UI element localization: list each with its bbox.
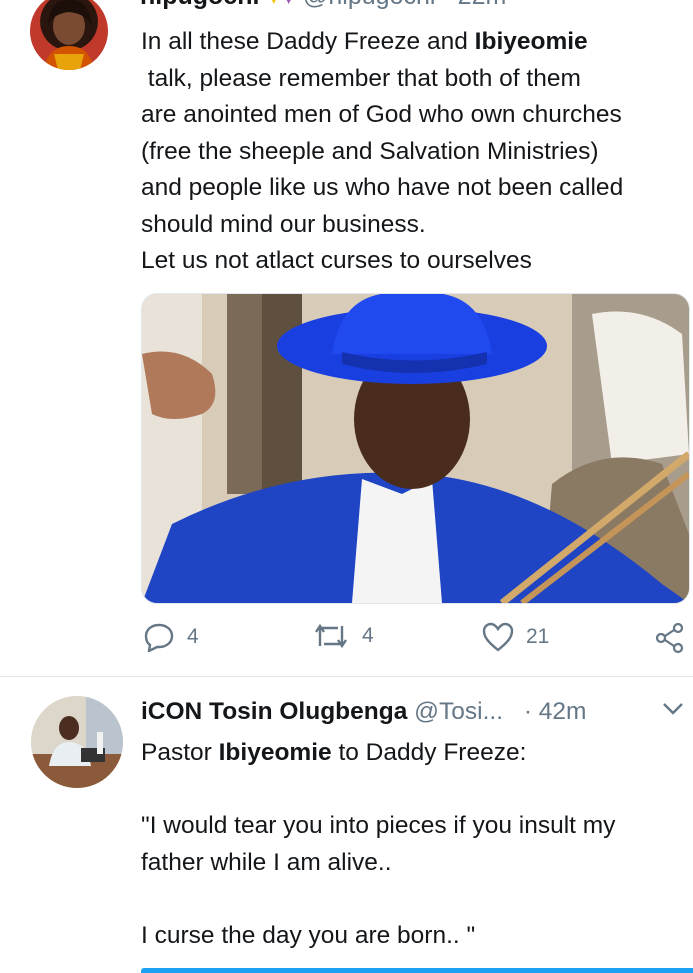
- tweet-line: talk, please remember that both of them: [141, 64, 581, 92]
- tweet-line: father while I am alive..: [141, 848, 392, 876]
- tweet-body: In all these Daddy Freeze and Ibiyeomie …: [141, 24, 623, 280]
- tweet-photo[interactable]: [141, 293, 690, 604]
- reply-icon: [144, 623, 174, 652]
- verified-heart-icon: ♥: [266, 0, 281, 10]
- tweet-line: [141, 881, 615, 918]
- tweet-line: and people like us who have not been cal…: [141, 174, 624, 201]
- purple-heart-icon: ♥: [281, 0, 296, 10]
- tweet-time[interactable]: · 22m: [442, 0, 506, 10]
- tweet-divider: [0, 676, 693, 677]
- tweet-actions: 4 4 21: [0, 622, 693, 658]
- tweet-header: nipugochi ♥♥ @nipugochi · 22m: [140, 0, 506, 12]
- tweet-time[interactable]: · 42m: [524, 698, 587, 725]
- chevron-down-icon: [663, 703, 683, 715]
- like-icon: [482, 622, 514, 652]
- tweet-body: Pastor Ibiyeomie to Daddy Freeze: "I wou…: [141, 735, 615, 954]
- photo-man-in-blue-hat: [142, 294, 689, 603]
- author-name[interactable]: nipugochi: [140, 0, 259, 10]
- quoted-card-edge: [141, 968, 693, 973]
- tweet-line: are anointed men of God who own churches: [141, 101, 622, 128]
- like-button[interactable]: 21: [482, 622, 549, 652]
- tweet-line: [141, 772, 615, 809]
- author-handle[interactable]: @nipugochi: [303, 0, 435, 10]
- tweet-line: should mind our business.: [141, 210, 426, 238]
- reply-count: 4: [187, 625, 199, 648]
- like-count: 21: [526, 625, 550, 648]
- reply-button[interactable]: 4: [143, 622, 199, 652]
- tweet-line: I curse the day you are born.. ": [141, 921, 476, 949]
- avatar-image: [44, 0, 94, 70]
- tweet-line: "I would tear you into pieces if you ins…: [141, 812, 616, 839]
- avatar-nipugochi[interactable]: [30, 0, 108, 70]
- author-name[interactable]: iCON Tosin Olugbenga: [141, 698, 407, 725]
- retweet-icon: [315, 623, 347, 649]
- avatar-image: [31, 696, 123, 788]
- share-icon: [655, 622, 684, 654]
- author-handle[interactable]: @Tosi...: [414, 698, 503, 725]
- tweet-line: Pastor Ibiyeomie to Daddy Freeze:: [141, 739, 527, 766]
- tweet-line: (free the sheeple and Salvation Ministri…: [141, 137, 599, 165]
- tweet-line: In all these Daddy Freeze and Ibiyeomie: [141, 28, 588, 55]
- retweet-count: 4: [362, 624, 374, 647]
- tweet-header: iCON Tosin Olugbenga @Tosi... · 42m: [141, 698, 586, 726]
- share-button[interactable]: [654, 622, 686, 654]
- avatar-tosin[interactable]: [31, 696, 123, 788]
- tweet-menu-button[interactable]: [662, 702, 684, 721]
- tweet-line: Let us not atlact curses to ourselves: [141, 247, 532, 274]
- retweet-button[interactable]: 4: [312, 622, 374, 650]
